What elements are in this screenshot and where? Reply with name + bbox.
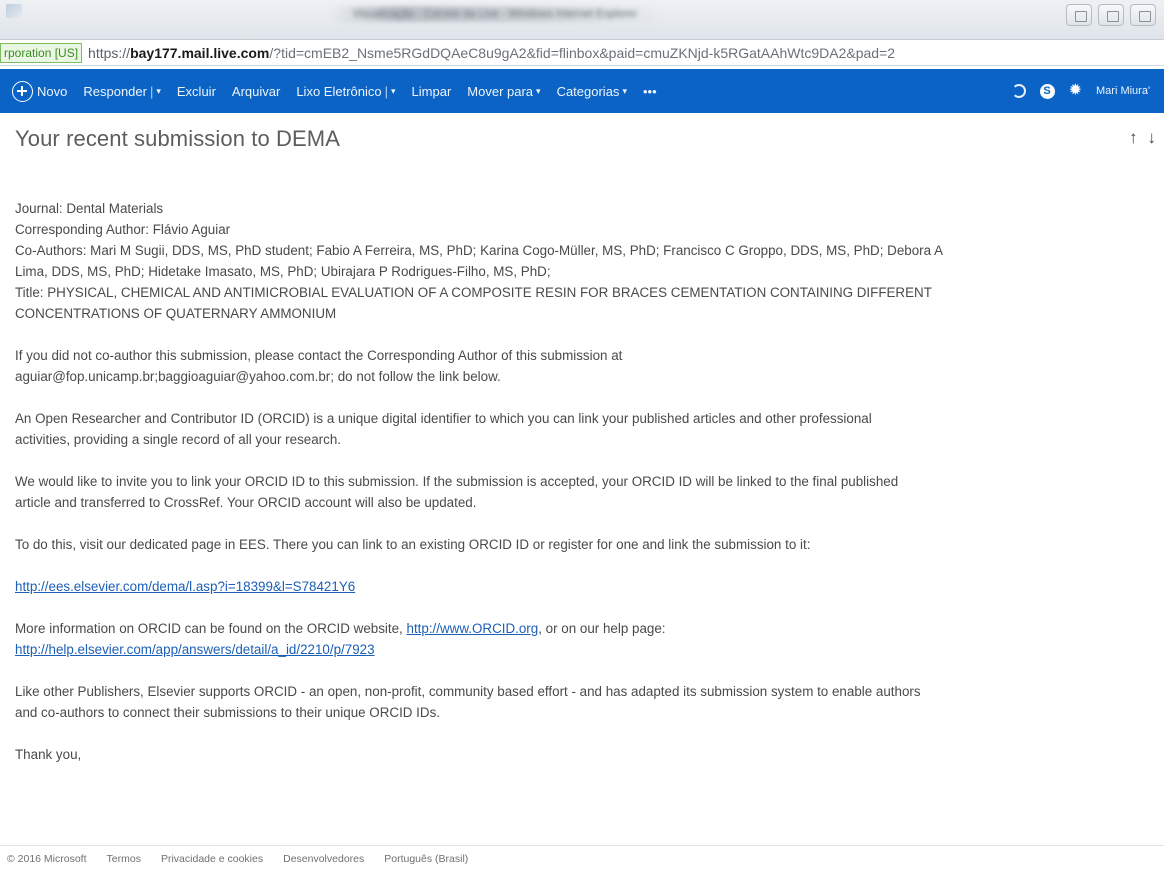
page-footer: © 2016 Microsoft Termos Privacidade e co…	[0, 845, 1164, 871]
more-info-prefix: More information on ORCID can be found o…	[15, 621, 407, 636]
copyright-text: © 2016 Microsoft	[7, 852, 87, 865]
move-to-button-label: Mover para	[467, 83, 534, 99]
url-path: /?tid=cmEB2_Nsme5RGdDQAeC8u9gA2&fid=flin…	[269, 44, 896, 61]
undo-icon[interactable]	[1011, 84, 1026, 98]
archive-button-label: Arquivar	[231, 83, 281, 99]
delete-button[interactable]: Excluir	[169, 69, 224, 113]
arrow-up-icon[interactable]: ↑	[1129, 128, 1138, 148]
close-window-icon[interactable]	[1130, 4, 1156, 26]
command-bar: Novo Responder | ▾ Excluir Arquivar Lixo …	[0, 69, 1164, 113]
plus-circle-icon	[12, 80, 33, 102]
chevron-down-icon: ▾	[622, 85, 627, 96]
more-info-suffix: , or on our help page:	[538, 621, 666, 636]
browser-title-bar: Visualização - Correio da Live - Windows…	[0, 0, 1164, 40]
sweep-button-label: Limpar	[411, 83, 452, 99]
invite-paragraph-line: article and transferred to CrossRef. You…	[15, 495, 477, 510]
categories-button-label: Categorias	[556, 83, 620, 99]
sweep-button[interactable]: Limpar	[404, 69, 460, 113]
categories-button[interactable]: Categorias ▾	[549, 69, 635, 113]
thank-you-line: Thank you,	[15, 747, 82, 762]
junk-button[interactable]: Lixo Eletrônico | ▾	[288, 69, 403, 113]
orcid-paragraph-line: activities, providing a single record of…	[15, 432, 341, 447]
ees-link[interactable]: http://ees.elsevier.com/dema/l.asp?i=183…	[15, 579, 355, 594]
address-bar[interactable]: rporation [US] https://bay177.mail.live.…	[0, 40, 1164, 66]
publisher-paragraph-line: Like other Publishers, Elsevier supports…	[15, 684, 921, 699]
chevron-down-icon[interactable]: ▾	[156, 86, 161, 97]
chevron-down-icon[interactable]: ▾	[391, 86, 396, 97]
new-button[interactable]: Novo	[0, 69, 75, 113]
help-link[interactable]: http://help.elsevier.com/app/answers/det…	[15, 642, 375, 657]
orcid-paragraph-line: An Open Researcher and Contributor ID (O…	[15, 411, 872, 426]
message-navigation: ↑ ↓	[1129, 128, 1156, 148]
body-line: Title: PHYSICAL, CHEMICAL AND ANTIMICROB…	[15, 285, 932, 300]
body-line: Corresponding Author: Flávio Aguiar	[15, 222, 231, 237]
move-to-button[interactable]: Mover para ▾	[459, 69, 548, 113]
arrow-down-icon[interactable]: ↓	[1148, 128, 1157, 148]
window-controls	[1066, 0, 1164, 30]
more-actions-button[interactable]: •••	[635, 69, 665, 113]
body-line: Co-Authors: Mari M Sugii, DDS, MS, PhD s…	[15, 243, 943, 258]
certificate-badge[interactable]: rporation [US]	[0, 42, 83, 63]
body-line: Lima, DDS, MS, PhD; Hidetake Imasato, MS…	[15, 264, 551, 279]
command-bar-right: S ✹ Mari Miura'	[1011, 69, 1164, 113]
window-title: Visualização - Correio da Live - Windows…	[330, 6, 660, 22]
url-host: bay177.mail.live.com	[130, 44, 270, 61]
user-name[interactable]: Mari Miura'	[1096, 85, 1160, 97]
invite-paragraph-line: We would like to invite you to link your…	[15, 474, 899, 489]
gear-icon[interactable]: ✹	[1069, 83, 1082, 99]
skype-icon[interactable]: S	[1039, 83, 1055, 99]
new-button-label: Novo	[37, 83, 68, 99]
restore-icon[interactable]	[1098, 4, 1124, 26]
more-info-paragraph: More information on ORCID can be found o…	[15, 618, 1164, 639]
body-line: CONCENTRATIONS OF QUATERNARY AMMONIUM	[15, 306, 337, 321]
contact-paragraph-line: aguiar@fop.unicamp.br;baggioaguiar@yahoo…	[15, 369, 501, 384]
contact-paragraph-line: If you did not co-author this submission…	[15, 348, 623, 363]
browser-icon	[6, 4, 22, 18]
developers-link[interactable]: Desenvolvedores	[283, 853, 364, 865]
privacy-link[interactable]: Privacidade e cookies	[161, 853, 263, 865]
body-line: Journal: Dental Materials	[15, 201, 164, 216]
publisher-paragraph-line: and co-authors to connect their submissi…	[15, 705, 440, 720]
chevron-down-icon: ▾	[536, 85, 541, 96]
url-scheme: https://	[88, 44, 131, 61]
message-subject: Your recent submission to DEMA	[15, 126, 340, 151]
delete-button-label: Excluir	[176, 83, 216, 99]
message-body: Journal: Dental Materials Corresponding …	[15, 198, 1164, 765]
junk-button-label: Lixo Eletrônico	[296, 83, 382, 99]
reply-button[interactable]: Responder | ▾	[75, 69, 169, 113]
split-divider: |	[149, 83, 154, 99]
visit-paragraph: To do this, visit our dedicated page in …	[15, 537, 811, 552]
terms-link[interactable]: Termos	[107, 853, 141, 865]
reply-button-label: Responder	[83, 83, 147, 99]
window-title-text: Visualização - Correio da Live - Windows…	[352, 8, 638, 20]
archive-button[interactable]: Arquivar	[224, 69, 288, 113]
minimize-icon[interactable]	[1066, 4, 1092, 26]
orcid-site-link[interactable]: http://www.ORCID.org	[407, 621, 539, 636]
language-link[interactable]: Português (Brasil)	[384, 853, 468, 865]
ellipsis-icon: •••	[642, 83, 657, 99]
split-divider: |	[384, 83, 388, 99]
